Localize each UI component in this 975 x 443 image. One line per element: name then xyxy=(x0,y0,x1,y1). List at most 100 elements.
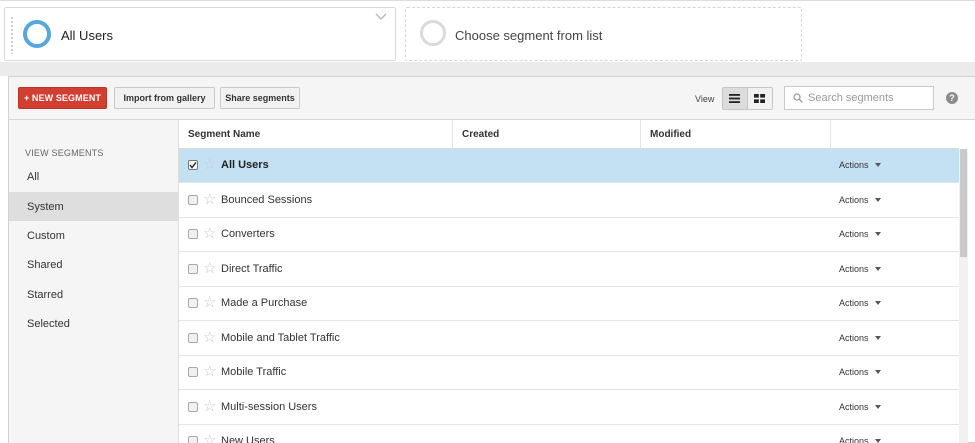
sidebar-item-all[interactable]: All xyxy=(9,162,178,191)
caret-down-icon xyxy=(874,370,881,374)
drag-handle-icon[interactable] xyxy=(10,16,14,54)
segment-name[interactable]: Bounced Sessions xyxy=(221,194,312,206)
share-segments-button[interactable]: Share segments xyxy=(220,87,300,109)
star-icon[interactable]: ☆ xyxy=(203,261,216,276)
list-icon xyxy=(729,94,741,103)
actions-dropdown[interactable]: Actions xyxy=(839,229,881,239)
actions-dropdown[interactable]: Actions xyxy=(839,436,881,443)
table-row[interactable]: ☆ New Users Actions xyxy=(179,425,959,443)
view-label: View xyxy=(695,94,715,104)
row-checkbox[interactable] xyxy=(188,333,198,343)
table-row[interactable]: ☆ Mobile and Tablet Traffic Actions xyxy=(179,322,959,356)
new-segment-button[interactable]: + NEW SEGMENT xyxy=(18,87,107,109)
active-segment-card[interactable]: All Users xyxy=(4,7,396,61)
segment-name[interactable]: Converters xyxy=(221,228,275,240)
segment-picker-strip: All Users Choose segment from list xyxy=(0,0,975,62)
sidebar-item-shared[interactable]: Shared xyxy=(9,250,178,279)
scrollbar-thumb[interactable] xyxy=(960,149,967,257)
sidebar-item-system[interactable]: System xyxy=(9,192,178,221)
actions-label: Actions xyxy=(839,436,869,443)
active-segment-label: All Users xyxy=(61,28,114,43)
table-header: Segment Name Created Modified xyxy=(179,120,959,149)
star-icon[interactable]: ☆ xyxy=(203,399,216,414)
toolbar: + NEW SEGMENT Import from gallery Share … xyxy=(9,77,975,120)
actions-label: Actions xyxy=(839,333,869,343)
grid-view-button[interactable] xyxy=(747,88,772,109)
actions-dropdown[interactable]: Actions xyxy=(839,160,881,170)
row-checkbox[interactable] xyxy=(188,298,198,308)
view-toggle xyxy=(722,87,773,110)
actions-label: Actions xyxy=(839,264,869,274)
segment-name[interactable]: Made a Purchase xyxy=(221,297,307,309)
caret-down-icon xyxy=(874,163,881,167)
sidebar-item-starred[interactable]: Starred xyxy=(9,280,178,309)
empty-segment-slot[interactable]: Choose segment from list xyxy=(405,7,802,61)
actions-dropdown[interactable]: Actions xyxy=(839,367,881,377)
sidebar: VIEW SEGMENTS All System Custom Shared S… xyxy=(9,120,179,443)
column-header-modified[interactable]: Modified xyxy=(641,120,831,149)
actions-dropdown[interactable]: Actions xyxy=(839,264,881,274)
search-box[interactable] xyxy=(784,86,934,110)
segments-table: Segment Name Created Modified ☆ All User… xyxy=(179,120,959,443)
table-row[interactable]: ☆ All Users Actions xyxy=(179,149,959,183)
segment-name[interactable]: Mobile Traffic xyxy=(221,366,286,378)
grid-icon xyxy=(754,94,766,103)
segment-name[interactable]: Direct Traffic xyxy=(221,263,283,275)
caret-down-icon xyxy=(874,301,881,305)
star-icon[interactable]: ☆ xyxy=(203,295,216,310)
segment-name[interactable]: All Users xyxy=(221,159,269,171)
row-checkbox[interactable] xyxy=(188,436,198,443)
actions-dropdown[interactable]: Actions xyxy=(839,333,881,343)
column-header-created[interactable]: Created xyxy=(453,120,641,149)
star-icon[interactable]: ☆ xyxy=(203,364,216,379)
segment-name[interactable]: Multi-session Users xyxy=(221,401,317,413)
row-checkbox[interactable] xyxy=(188,264,198,274)
table-row[interactable]: ☆ Bounced Sessions Actions xyxy=(179,184,959,218)
list-view-button[interactable] xyxy=(723,88,748,109)
sidebar-item-custom[interactable]: Custom xyxy=(9,221,178,250)
star-icon[interactable]: ☆ xyxy=(203,330,216,345)
sidebar-item-selected[interactable]: Selected xyxy=(9,309,178,338)
segment-list-panel: + NEW SEGMENT Import from gallery Share … xyxy=(8,76,975,443)
row-checkbox[interactable] xyxy=(188,160,198,170)
actions-label: Actions xyxy=(839,298,869,308)
table-row[interactable]: ☆ Made a Purchase Actions xyxy=(179,287,959,321)
empty-ring-icon xyxy=(420,20,446,46)
table-row[interactable]: ☆ Mobile Traffic Actions xyxy=(179,356,959,390)
divider xyxy=(0,62,975,76)
row-checkbox[interactable] xyxy=(188,195,198,205)
scrollbar[interactable] xyxy=(959,149,968,443)
table-row[interactable]: ☆ Multi-session Users Actions xyxy=(179,391,959,425)
actions-label: Actions xyxy=(839,229,869,239)
table-row[interactable]: ☆ Direct Traffic Actions xyxy=(179,253,959,287)
segment-name[interactable]: New Users xyxy=(221,435,275,443)
row-checkbox[interactable] xyxy=(188,367,198,377)
actions-label: Actions xyxy=(839,367,869,377)
star-icon[interactable]: ☆ xyxy=(203,226,216,241)
actions-label: Actions xyxy=(839,402,869,412)
table-row[interactable]: ☆ Converters Actions xyxy=(179,218,959,252)
row-checkbox[interactable] xyxy=(188,402,198,412)
caret-down-icon xyxy=(874,439,881,443)
actions-label: Actions xyxy=(839,160,869,170)
caret-down-icon xyxy=(874,267,881,271)
empty-segment-label: Choose segment from list xyxy=(455,28,603,43)
chevron-down-icon[interactable] xyxy=(375,12,387,22)
star-icon[interactable]: ☆ xyxy=(203,433,216,443)
row-checkbox[interactable] xyxy=(188,229,198,239)
sidebar-heading: VIEW SEGMENTS xyxy=(25,148,104,158)
star-icon[interactable]: ☆ xyxy=(203,192,216,207)
actions-dropdown[interactable]: Actions xyxy=(839,298,881,308)
caret-down-icon xyxy=(874,336,881,340)
column-header-segment-name[interactable]: Segment Name xyxy=(179,120,453,149)
actions-dropdown[interactable]: Actions xyxy=(839,402,881,412)
search-input[interactable] xyxy=(808,92,918,104)
caret-down-icon xyxy=(874,405,881,409)
search-icon xyxy=(793,93,803,103)
import-from-gallery-button[interactable]: Import from gallery xyxy=(114,87,215,109)
checkmark-icon xyxy=(189,162,197,169)
star-icon[interactable]: ☆ xyxy=(203,157,216,172)
actions-dropdown[interactable]: Actions xyxy=(839,195,881,205)
help-icon[interactable]: ? xyxy=(946,92,958,104)
segment-name[interactable]: Mobile and Tablet Traffic xyxy=(221,332,340,344)
